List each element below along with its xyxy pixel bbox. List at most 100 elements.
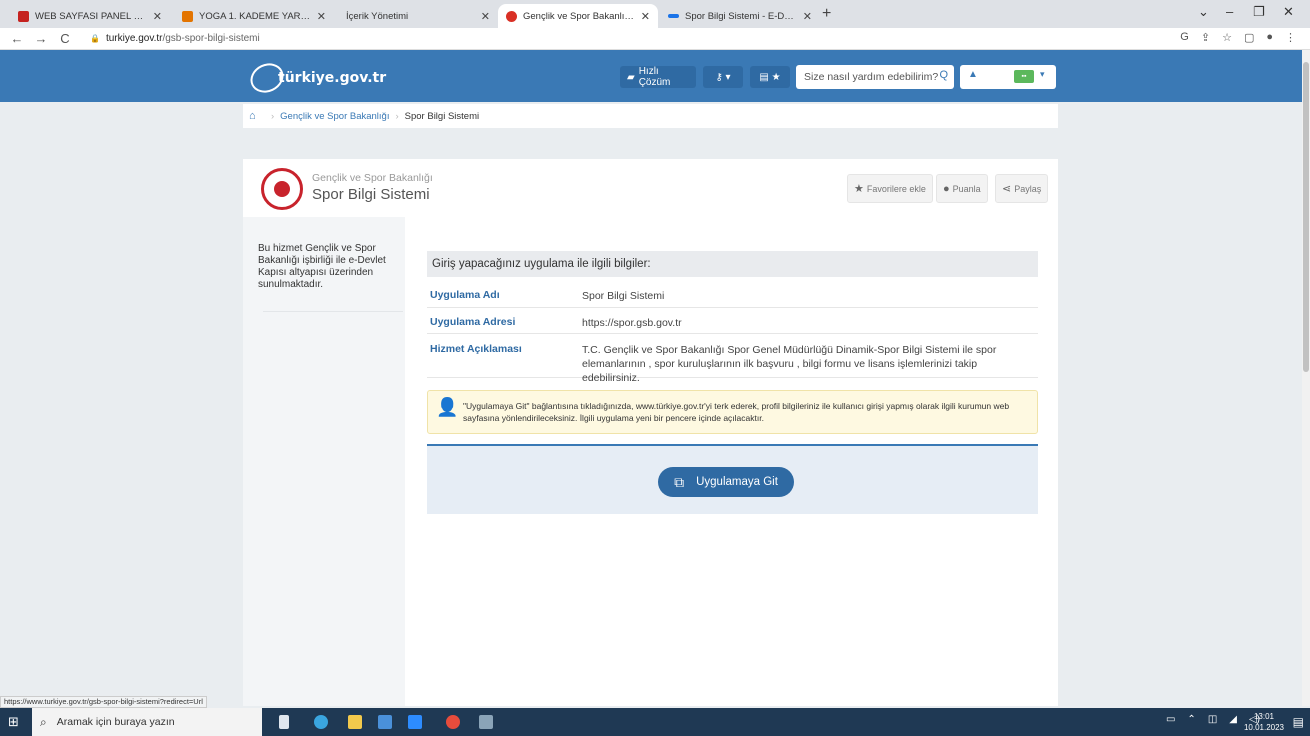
clock-time: 13:01 [1253, 712, 1274, 721]
browser-tab[interactable]: YOGA 1. KADEME YARDIMCI EĞİ ✕ [174, 4, 334, 28]
info-row-value: Spor Bilgi Sistemi [582, 290, 665, 302]
add-favorite-label: Favorilere ekle [866, 183, 926, 194]
info-heading: Giriş yapacağınız uygulama ile ilgili bi… [427, 251, 1038, 277]
keyboard-icon[interactable]: ▭ [1166, 714, 1175, 725]
e-logo-icon [245, 58, 289, 98]
accessibility-dropdown[interactable]: ⚷ ▾ [703, 66, 743, 88]
info-row-label: Uygulama Adresi [430, 316, 516, 328]
user-menu[interactable]: ▲ ▪▪ ▾ [960, 65, 1056, 89]
site-favicon-icon [668, 14, 679, 18]
scrollbar-thumb[interactable] [1303, 62, 1309, 372]
wifi-icon[interactable]: ◢ [1229, 714, 1237, 725]
tab-label: YOGA 1. KADEME YARDIMCI EĞİ [199, 10, 311, 22]
go-panel: ⧉ Uygulamaya Git [427, 444, 1038, 514]
notification-icon[interactable]: ▤ [1293, 715, 1304, 729]
chat-icon: ▰ [627, 71, 635, 83]
url-path: /gsb-spor-bilgi-sistemi [162, 33, 260, 44]
search-placeholder: Size nasıl yardım edebilirim? [804, 71, 939, 83]
tab-label: Gençlik ve Spor Bakanlığı - Spor [523, 10, 635, 22]
edge-icon[interactable] [314, 715, 328, 729]
go-to-application-button[interactable]: ⧉ Uygulamaya Git [658, 467, 794, 497]
search-icon[interactable]: Q [939, 69, 948, 81]
home-icon[interactable]: ⌂ [249, 110, 265, 122]
url-field[interactable]: 🔒 turkiye.gov.tr/gsb-spor-bilgi-sistemi [90, 33, 260, 44]
notice-text: "Uygulamaya Git" bağlantısına tıkladığın… [463, 401, 1010, 423]
page-title: Spor Bilgi Sistemi [312, 186, 430, 203]
service-card: Gençlik ve Spor Bakanlığı Spor Bilgi Sis… [243, 159, 1058, 706]
share-icon: ⋖ [1002, 183, 1012, 195]
bookmark-star-icon[interactable]: ☆ [1222, 31, 1232, 44]
menu-icon[interactable]: ⋮ [1285, 31, 1296, 44]
service-provider-note: Bu hizmet Gençlik ve Spor Bakanlığı işbi… [258, 243, 386, 290]
gmail-icon [18, 10, 29, 22]
close-window-icon[interactable]: ✕ [1283, 4, 1294, 20]
browser-tab[interactable]: WEB SAYFASI PANEL GİRİSİ - cer ✕ [10, 4, 170, 28]
bookmarks-button[interactable]: ▤ ★ [750, 66, 790, 88]
browser-tab-active[interactable]: Gençlik ve Spor Bakanlığı - Spor ✕ [498, 4, 658, 28]
store-icon[interactable] [378, 715, 392, 729]
rate-button[interactable]: ● Puanla [936, 174, 988, 203]
close-icon[interactable]: ✕ [153, 10, 162, 23]
taskbar-search-input[interactable]: ⌕ Aramak için buraya yazın [32, 708, 262, 736]
add-favorite-button[interactable]: ★ Favorilere ekle [847, 174, 933, 203]
windows-start-icon[interactable]: ⊞ [8, 714, 19, 730]
info-row-value: T.C. Gençlik ve Spor Bakanlığı Spor Gene… [582, 344, 997, 384]
file-explorer-icon[interactable] [348, 715, 362, 729]
rate-label: Puanla [952, 183, 981, 194]
breadcrumb-ministry-link[interactable]: Gençlik ve Spor Bakanlığı [280, 111, 389, 122]
chevron-up-icon[interactable]: ⌃ [1187, 714, 1195, 725]
info-row-label: Uygulama Adı [430, 289, 500, 301]
service-header: Gençlik ve Spor Bakanlığı Spor Bilgi Sis… [243, 159, 1058, 217]
info-row: Hizmet Açıklaması T.C. Gençlik ve Spor B… [427, 336, 1038, 384]
tab-search-icon[interactable]: ⌄ [1198, 4, 1209, 20]
mail-icon[interactable] [408, 715, 422, 729]
back-button[interactable]: ← [10, 31, 24, 46]
redirect-notice: 👤 "Uygulamaya Git" bağlantısına tıkladığ… [427, 390, 1038, 434]
paint-icon[interactable] [479, 715, 493, 729]
google-icon[interactable]: G [1180, 31, 1189, 44]
profile-avatar-icon[interactable]: ● [1266, 31, 1273, 44]
reload-button[interactable]: C [58, 31, 72, 46]
search-input[interactable]: Size nasıl yardım edebilirim? Q [796, 65, 954, 89]
divider [263, 311, 403, 312]
minimize-icon[interactable]: – [1226, 4, 1233, 19]
browser-tab[interactable]: İçerik Yönetimi ✕ [338, 4, 498, 28]
close-icon[interactable]: ✕ [803, 10, 812, 23]
restore-icon[interactable]: ❐ [1253, 4, 1265, 20]
turkiye-gov-logo[interactable]: türkiye.gov.tr [245, 58, 387, 98]
breadcrumb: ⌂ › Gençlik ve Spor Bakanlığı › Spor Bil… [243, 104, 1058, 128]
share-button[interactable]: ⋖ Paylaş [995, 174, 1049, 203]
status-url: https://www.turkiye.gov.tr/gsb-spor-bilg… [0, 696, 207, 708]
new-tab-button[interactable]: + [822, 5, 831, 23]
address-bar: ← → C 🔒 turkiye.gov.tr/gsb-spor-bilgi-si… [0, 28, 1310, 50]
ministry-name: Gençlik ve Spor Bakanlığı [312, 172, 433, 184]
speech-bubble-icon: ● [943, 182, 950, 195]
go-to-application-label: Uygulamaya Git [696, 476, 778, 488]
logo-text: türkiye.gov.tr [278, 70, 387, 86]
close-icon[interactable]: ✕ [641, 10, 650, 23]
service-sidebar: Bu hizmet Gençlik ve Spor Bakanlığı işbi… [243, 217, 405, 706]
edevlet-badge-icon: ▪▪ [1014, 70, 1034, 83]
browser-toolbar: G ⇪ ☆ ▢ ● ⋮ [1180, 31, 1296, 44]
url-domain: turkiye.gov.tr [105, 33, 163, 44]
task-view-icon[interactable] [279, 715, 289, 729]
info-row-value: https://spor.gsb.gov.tr [582, 317, 682, 329]
windows-taskbar: ⊞ ⌕ Aramak için buraya yazın ▭ ⌃ ◫ ◢ ◁) … [0, 708, 1310, 736]
lock-icon[interactable]: 🔒 [90, 34, 100, 43]
close-icon[interactable]: ✕ [481, 10, 490, 23]
network-icon[interactable]: ◫ [1208, 714, 1217, 725]
close-icon[interactable]: ✕ [317, 10, 326, 23]
key-icon: ⚷ ▾ [715, 71, 731, 83]
info-row: Uygulama Adı Spor Bilgi Sistemi [427, 284, 1038, 308]
quick-solution-button[interactable]: ▰ Hızlı Çözüm [620, 66, 696, 88]
breadcrumb-separator: › [395, 110, 399, 122]
taskbar-clock[interactable]: 13:01 10.01.2023 [1244, 711, 1284, 733]
browser-tab[interactable]: Spor Bilgi Sistemi - E-Devlet Port ✕ [660, 4, 820, 28]
chrome-icon[interactable] [446, 715, 460, 729]
side-panel-icon[interactable]: ▢ [1244, 31, 1254, 44]
share-page-icon[interactable]: ⇪ [1201, 31, 1210, 44]
forward-button[interactable]: → [34, 31, 48, 46]
site-favicon-icon [506, 10, 517, 22]
taskbar-search-placeholder: Aramak için buraya yazın [56, 716, 175, 728]
bookmark-icon: ▤ ★ [759, 71, 781, 83]
